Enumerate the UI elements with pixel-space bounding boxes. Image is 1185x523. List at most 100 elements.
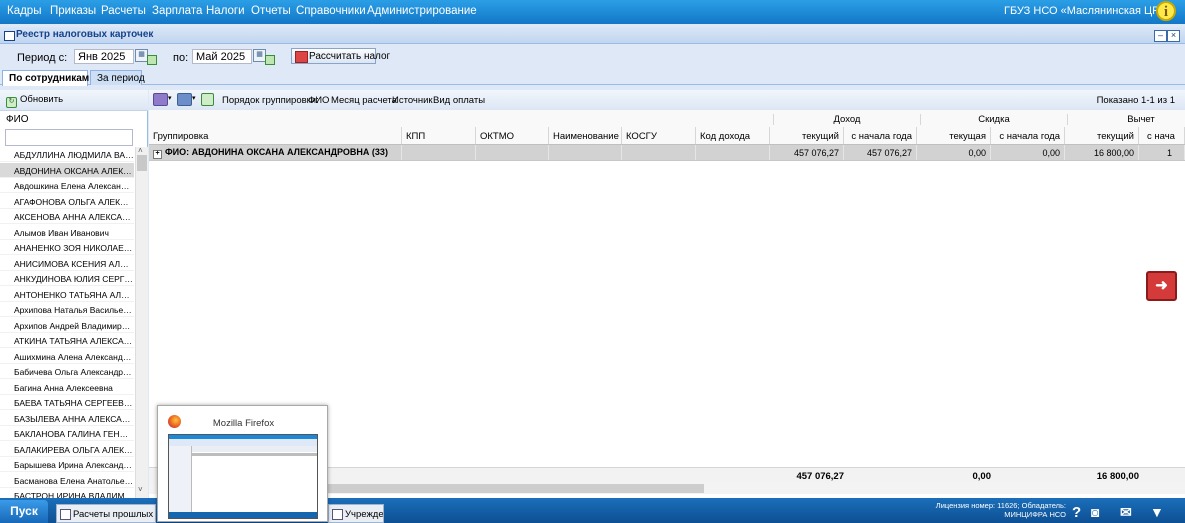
grid-toolbar: ▾ ▾ Порядок группировки: ФИО Месяц расче…	[149, 90, 1185, 111]
menu-prikazy[interactable]: Приказы	[50, 5, 96, 17]
preview-thumbnail[interactable]	[168, 434, 318, 519]
close-icon[interactable]: ×	[1167, 30, 1180, 42]
help-icon[interactable]: ?	[1072, 504, 1081, 521]
col-income-code[interactable]: Код дохода	[696, 127, 770, 144]
fio-filter-input[interactable]	[5, 129, 133, 146]
employee-list-item[interactable]: Бабичева Ольга Александров...	[0, 364, 134, 379]
col-kosgu[interactable]: КОСГУ	[622, 127, 696, 144]
menu-otchety[interactable]: Отчеты	[251, 5, 291, 17]
tab-by-employees[interactable]: По сотрудникам	[2, 70, 89, 86]
col-discount-current[interactable]: текущая	[917, 127, 991, 144]
employee-list-item[interactable]: АНТОНЕНКО ТАТЬЯНА АЛЕКС...	[0, 287, 134, 302]
employee-list-item[interactable]: Авдошкина Елена Александр...	[0, 178, 134, 193]
employee-list-item[interactable]: Багина Анна Алексеевна	[0, 380, 134, 395]
period-from-field[interactable]: Янв 2025	[74, 49, 134, 64]
start-button[interactable]: Пуск	[0, 500, 48, 523]
employee-list-item[interactable]: АБДУЛЛИНА ЛЮДМИЛА ВАЛЕ...	[0, 147, 134, 162]
employee-list-item[interactable]: АНИСИМОВА КСЕНИЯ АЛЕКС...	[0, 256, 134, 271]
taskbar-item[interactable]: Учреждения	[328, 504, 384, 523]
thumb-taskbar	[169, 512, 317, 518]
apply-icon[interactable]	[147, 55, 157, 65]
period-from-label: Период с:	[17, 52, 68, 64]
employee-list-item[interactable]: БАСТРОН ИРИНА ВЛАДИМИР...	[0, 488, 134, 498]
col-income-ytd[interactable]: с начала года	[844, 127, 917, 144]
mail-icon[interactable]: ✉	[1120, 504, 1132, 521]
employee-list-item[interactable]: Архипова Наталья Васильевна	[0, 302, 134, 317]
info-icon[interactable]: i	[1156, 1, 1176, 21]
col-income-current[interactable]: текущий	[770, 127, 844, 144]
employee-list-item[interactable]: БАЛАКИРЕВА ОЛЬГА АЛЕКСЕ...	[0, 442, 134, 457]
group-label: + ФИО: АВДОНИНА ОКСАНА АЛЕКСАНДРОВНА (33)	[153, 147, 388, 159]
scrollbar-thumb[interactable]	[299, 484, 704, 493]
group-label-text: ФИО: АВДОНИНА ОКСАНА АЛЕКСАНДРОВНА (33)	[165, 147, 388, 157]
chevron-down-icon[interactable]: ▾	[192, 94, 196, 102]
thumb-header	[192, 446, 317, 452]
col-deduction-ytd[interactable]: с нача	[1139, 127, 1185, 144]
grouping-fio[interactable]: ФИО	[308, 95, 329, 106]
col-kpp[interactable]: КПП	[402, 127, 476, 144]
refresh-label: Обновить	[20, 94, 64, 105]
column-header-row: Группировка КПП ОКТМО Наименование ... К…	[149, 127, 1185, 145]
col-name[interactable]: Наименование ...	[549, 127, 622, 144]
minimize-icon[interactable]: –	[1154, 30, 1167, 42]
col-oktmo[interactable]: ОКТМО	[476, 127, 549, 144]
employee-list-scrollbar[interactable]: ˄ ˅	[135, 146, 148, 498]
list-icon[interactable]	[177, 93, 192, 106]
deduction-group-header: Вычет	[1067, 114, 1185, 125]
chevron-down-icon[interactable]: ▼	[1150, 504, 1164, 520]
group-row[interactable]: 457 076,27 457 076,27 0,00 0,00 16 800,0…	[149, 145, 1185, 161]
grouping-payment-type[interactable]: Вид оплаты	[433, 95, 485, 106]
employee-list-item[interactable]: АВДОНИНА ОКСАНА АЛЕКСА...	[0, 162, 134, 178]
employee-list-item[interactable]: АТКИНА ТАТЬЯНА АЛЕКСАНД...	[0, 333, 134, 348]
col-grouping[interactable]: Группировка	[149, 127, 402, 144]
col-discount-ytd[interactable]: с начала года	[991, 127, 1065, 144]
employee-list-item[interactable]: Басманова Елена Анатольевна	[0, 473, 134, 488]
menu-zarplata[interactable]: Зарплата	[152, 5, 202, 17]
menu-nalogi[interactable]: Налоги	[206, 5, 245, 17]
apply-icon[interactable]	[265, 55, 275, 65]
refresh-icon[interactable]	[201, 93, 214, 106]
scroll-down-icon[interactable]: ˅	[138, 485, 143, 494]
camera-icon[interactable]: ◙	[1091, 504, 1099, 520]
expand-icon[interactable]: +	[153, 150, 162, 159]
period-to-field[interactable]: Май 2025	[192, 49, 252, 64]
employee-list-item[interactable]: Барышева Ирина Александр...	[0, 457, 134, 472]
add-icon[interactable]	[153, 93, 168, 106]
scroll-up-icon[interactable]: ˄	[138, 146, 143, 155]
grouping-source[interactable]: Источник	[392, 95, 433, 106]
total-discount: 0,00	[972, 471, 992, 482]
grouping-month[interactable]: Месяц расчета	[331, 95, 397, 106]
scrollbar-thumb[interactable]	[137, 155, 147, 171]
refresh-button[interactable]: ↻ Обновить	[6, 94, 63, 108]
employee-list-item[interactable]: АКСЕНОВА АННА АЛЕКСАНД...	[0, 209, 134, 224]
employee-list-item[interactable]: АНАНЕНКО ЗОЯ НИКОЛАЕВНА	[0, 240, 134, 255]
employee-list-item[interactable]: БАЗЫЛЕВА АННА АЛЕКСАНДР...	[0, 411, 134, 426]
side-app-icon[interactable]: ➜	[1146, 271, 1177, 301]
firefox-preview[interactable]: Mozilla Firefox	[157, 405, 328, 522]
employee-list-item[interactable]: АНКУДИНОВА ЮЛИЯ СЕРГЕЕ...	[0, 271, 134, 286]
income-group-header: Доход	[773, 114, 920, 125]
thumb-toolbar	[169, 439, 317, 446]
menu-spravochniki[interactable]: Справочники	[296, 5, 366, 17]
tab-by-period[interactable]: За период	[90, 70, 145, 85]
period-to-label: по:	[173, 52, 189, 64]
chevron-down-icon[interactable]: ▾	[168, 94, 172, 102]
employee-list-item[interactable]: БАКЛАНОВА ГАЛИНА ГЕННА...	[0, 426, 134, 441]
filter-row: Период с: Янв 2025 ▦ по: Май 2025 ▦ Расс…	[0, 45, 1185, 69]
employee-panel: ↻ Обновить ФИО АБДУЛЛИНА ЛЮДМИЛА ВАЛЕ... А…	[0, 90, 148, 498]
employee-list-item[interactable]: Алымов Иван Иванович	[0, 225, 134, 240]
employee-list-item[interactable]: АГАФОНОВА ОЛЬГА АЛЕКСЕ...	[0, 194, 134, 209]
employee-list-item[interactable]: Ашихмина Алена Александро...	[0, 349, 134, 364]
menu-raschety[interactable]: Расчеты	[101, 5, 146, 17]
employee-list-item[interactable]: БАЕВА ТАТЬЯНА СЕРГЕЕВНА	[0, 395, 134, 410]
license-info: Лицензия номер: 11626; Обладатель: МИНЦИ…	[935, 501, 1066, 519]
calculate-tax-button[interactable]: Рассчитать налог	[291, 48, 390, 64]
window-icon	[60, 509, 71, 520]
window-icon	[332, 509, 343, 520]
taskbar-item[interactable]: Расчеты прошлых пер	[56, 504, 156, 523]
employee-list-item[interactable]: Архипов Андрей Владимиров...	[0, 318, 134, 333]
group-cell	[476, 145, 549, 160]
col-deduction-current[interactable]: текущий	[1065, 127, 1139, 144]
menu-kadry[interactable]: Кадры	[7, 5, 41, 17]
menu-administrirovanie[interactable]: Администрирование	[367, 5, 477, 17]
